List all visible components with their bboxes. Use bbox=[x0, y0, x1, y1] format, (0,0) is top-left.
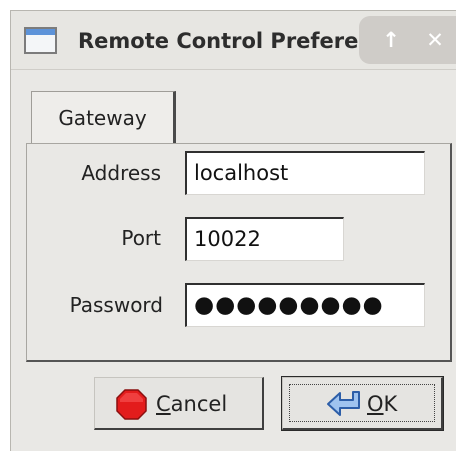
address-input[interactable]: localhost bbox=[185, 151, 425, 195]
close-button[interactable]: ✕ bbox=[419, 24, 451, 56]
enter-arrow-icon bbox=[327, 391, 360, 416]
tab-gateway[interactable]: Gateway bbox=[31, 91, 176, 144]
cancel-label: Cancel bbox=[156, 392, 228, 416]
ok-button[interactable]: OK bbox=[281, 376, 444, 431]
ok-label: OK bbox=[367, 392, 398, 416]
password-input[interactable]: ●●●●●●●●● bbox=[185, 283, 425, 327]
preferences-window: Remote Control Preferences ↑ ✕ Gateway A… bbox=[10, 10, 456, 451]
title-bar[interactable]: Remote Control Preferences ↑ ✕ bbox=[11, 11, 456, 70]
port-label: Port bbox=[121, 226, 161, 250]
port-input[interactable]: 10022 bbox=[185, 217, 344, 261]
cancel-button[interactable]: Cancel bbox=[94, 377, 264, 430]
maximize-button[interactable]: ↑ bbox=[375, 24, 407, 56]
address-label: Address bbox=[81, 161, 161, 185]
window-title: Remote Control Preferences bbox=[78, 29, 373, 53]
password-label: Password bbox=[69, 293, 163, 317]
window-icon bbox=[24, 27, 57, 54]
title-buttons: ↑ ✕ bbox=[359, 16, 456, 64]
stop-icon bbox=[116, 389, 147, 420]
